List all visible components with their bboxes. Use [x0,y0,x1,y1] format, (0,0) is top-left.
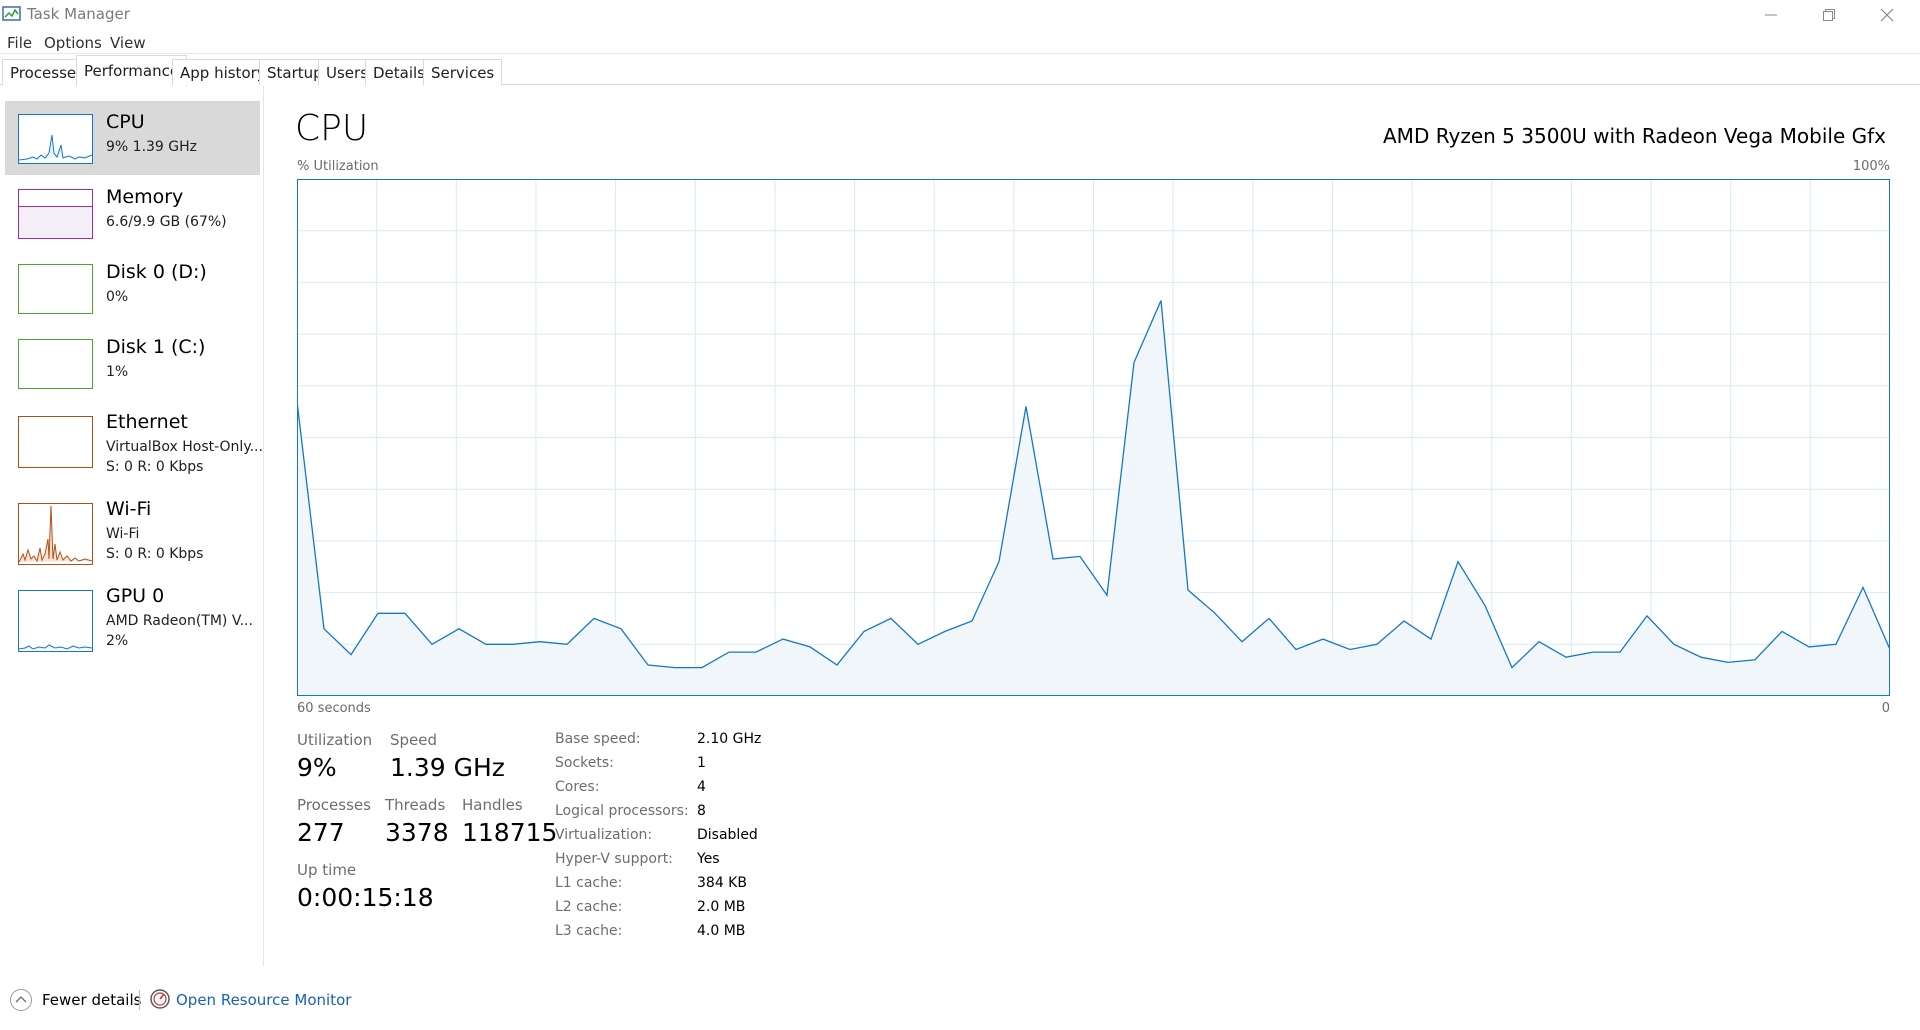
title-bar: Task Manager [0,0,1920,30]
graph-y-label: % Utilization [297,159,379,174]
sidebar-item-label: Ethernet [106,411,188,433]
sidebar-item-adapter: VirtualBox Host-Only... [106,439,263,455]
spec-value: 4.0 MB [697,923,746,939]
spec-key: Sockets: [555,755,614,771]
spec-value: Disabled [697,827,758,843]
spec-value: 4 [697,779,706,795]
sidebar-item-throughput: S: 0 R: 0 Kbps [106,459,204,475]
spec-key: Cores: [555,779,600,795]
fewer-details-icon[interactable] [10,989,32,1011]
utilization-value: 9% [297,753,337,782]
cpu-mini-graph [19,134,92,161]
open-resource-monitor-link[interactable]: Open Resource Monitor [176,991,351,1009]
minimize-icon [1765,14,1777,16]
spec-key: Virtualization: [555,827,653,843]
footer-divider [139,990,140,1010]
graph-y-max-label: 100% [1852,159,1890,174]
sidebar-item-label: Memory [106,186,184,208]
sidebar-item-label: Wi-Fi [106,498,152,520]
spec-value: Yes [697,851,720,867]
wifi-mini-graph [19,505,92,563]
disk-0-thumbnail [18,264,93,314]
close-icon [1880,8,1894,22]
sidebar-item-disk-0[interactable]: Disk 0 (D:) 0% [5,251,260,325]
sidebar-item-adapter: AMD Radeon(TM) V... [106,613,253,629]
sidebar-item-value: 6.6/9.9 GB (67%) [106,214,227,230]
memory-usage-fill [19,205,92,238]
menu-file[interactable]: File [7,34,32,52]
gpu-0-thumbnail [18,590,93,652]
minimize-button[interactable] [1742,0,1800,30]
resource-sidebar: CPU 9% 1.39 GHz Memory 6.6/9.9 GB (67%) … [0,86,264,966]
handles-value: 118715 [462,818,558,847]
window-title: Task Manager [27,5,130,23]
sidebar-item-adapter: Wi-Fi [106,526,140,542]
spec-key: Base speed: [555,731,641,747]
sidebar-item-value: 0% [106,289,129,305]
sidebar-item-cpu[interactable]: CPU 9% 1.39 GHz [5,101,260,175]
menu-bar: File Options View [0,30,1920,54]
cpu-thumbnail [18,114,93,164]
uptime-label: Up time [297,861,357,879]
tab-bar: Processes Performance App history Startu… [0,55,1920,86]
sidebar-item-value: 2% [106,633,129,649]
memory-thumbnail [18,189,93,239]
threads-label: Threads [385,796,446,814]
close-button[interactable] [1858,0,1916,30]
disk-1-thumbnail [18,339,93,389]
processes-value: 277 [297,818,345,847]
speed-value: 1.39 GHz [390,753,505,782]
sidebar-item-gpu-0[interactable]: GPU 0 AMD Radeon(TM) V... 2% [5,575,260,659]
task-manager-icon [2,6,21,21]
spec-value: 2.10 GHz [697,731,762,747]
spec-key: L2 cache: [555,899,623,915]
fewer-details-link[interactable]: Fewer details [42,991,141,1009]
sidebar-item-label: CPU [106,111,145,133]
spec-key: Logical processors: [555,803,689,819]
uptime-value: 0:00:15:18 [297,883,434,912]
ethernet-thumbnail [18,416,93,468]
threads-value: 3378 [385,818,449,847]
spec-key: L1 cache: [555,875,623,891]
utilization-label: Utilization [297,731,373,749]
cpu-model-name: AMD Ryzen 5 3500U with Radeon Vega Mobil… [1383,124,1886,148]
speed-label: Speed [390,731,438,749]
spec-value: 8 [697,803,706,819]
resource-monitor-icon[interactable] [149,988,171,1010]
wifi-thumbnail [18,503,93,565]
spec-key: Hyper-V support: [555,851,673,867]
restore-button[interactable] [1800,0,1858,30]
graph-x-min-label: 0 [1881,701,1890,716]
handles-label: Handles [462,796,523,814]
spec-value: 1 [697,755,706,771]
graph-x-label: 60 seconds [297,701,371,716]
sidebar-item-label: Disk 0 (D:) [106,261,207,283]
spec-value: 384 KB [697,875,747,891]
cpu-utilization-graph [297,179,1890,696]
sidebar-item-memory[interactable]: Memory 6.6/9.9 GB (67%) [5,176,260,250]
sidebar-item-label: Disk 1 (C:) [106,336,206,358]
page-title: CPU [295,108,369,149]
sidebar-item-value: 9% 1.39 GHz [106,139,198,155]
processes-label: Processes [297,796,371,814]
restore-icon [1823,9,1835,21]
menu-view[interactable]: View [110,34,146,52]
tab-services[interactable]: Services [423,59,503,85]
menu-options[interactable]: Options [44,34,102,52]
spec-key: L3 cache: [555,923,623,939]
tab-performance[interactable]: Performance [76,55,188,86]
spec-value: 2.0 MB [697,899,746,915]
sidebar-item-disk-1[interactable]: Disk 1 (C:) 1% [5,326,260,400]
sidebar-item-wifi[interactable]: Wi-Fi Wi-Fi S: 0 R: 0 Kbps [5,488,260,572]
sidebar-item-throughput: S: 0 R: 0 Kbps [106,546,204,562]
sidebar-item-label: GPU 0 [106,585,165,607]
sidebar-item-ethernet[interactable]: Ethernet VirtualBox Host-Only... S: 0 R:… [5,401,263,485]
sidebar-item-value: 1% [106,364,129,380]
gpu-mini-graph [19,644,92,650]
